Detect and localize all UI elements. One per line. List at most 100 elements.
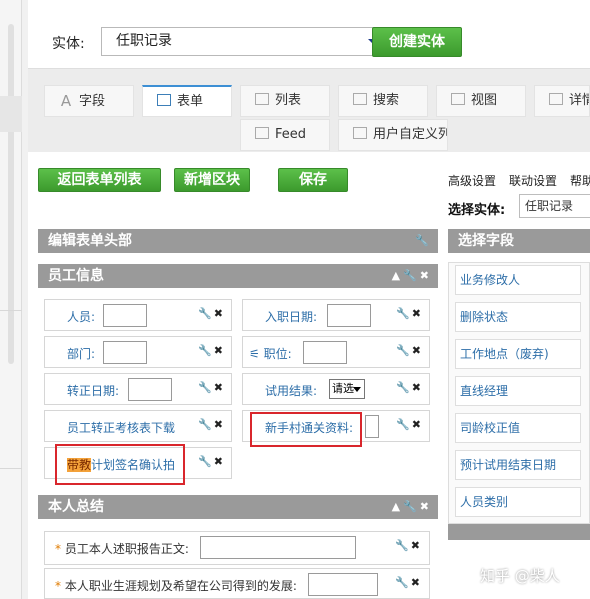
section-employee-info[interactable]: 员工信息 ▲🔧✖: [38, 264, 438, 288]
field-position[interactable]: ⚟ 职位: 🔧✖: [242, 336, 430, 368]
tab-bar: A 字段 表单 列表 搜索 视图 详情 Feed 用户自定义列: [28, 68, 590, 152]
main-panel: 实体: 任职记录 创建实体 A 字段 表单 列表 搜索 视图 详情 Feed 用户…: [28, 0, 590, 599]
highlight-box: [250, 412, 362, 447]
search-icon: [353, 93, 367, 105]
field-trial-result[interactable]: 试用结果: 请选 🔧✖: [242, 373, 430, 405]
available-field[interactable]: 删除状态: [455, 302, 581, 332]
newbie-material-input[interactable]: [365, 415, 379, 438]
linkage-settings-link[interactable]: 联动设置: [509, 174, 557, 188]
field-regular-date[interactable]: 转正日期: 🔧✖: [44, 373, 232, 405]
tab-detail[interactable]: 详情: [534, 85, 590, 117]
sidebar-band: [0, 96, 22, 132]
field-label: 人员:: [67, 310, 96, 324]
list-icon: [255, 93, 269, 105]
choose-entity-row: 选择实体: 任职记录: [448, 194, 590, 220]
section-title: 员工信息: [48, 268, 104, 284]
trial-result-value: 请选: [332, 382, 354, 395]
career-plan-input[interactable]: [308, 573, 378, 596]
top-links: 高级设置 联动设置 帮助: [448, 172, 590, 189]
trial-result-select[interactable]: 请选: [329, 379, 365, 399]
wrench-icon[interactable]: 🔧: [415, 229, 432, 253]
tab-list[interactable]: 列表: [240, 85, 330, 117]
field-tools[interactable]: 🔧✖: [396, 418, 423, 431]
section-tools[interactable]: ▲🔧✖: [392, 495, 432, 519]
tab-label: 字段: [79, 94, 106, 109]
choose-entity-input[interactable]: 任职记录: [519, 194, 590, 218]
field-tools[interactable]: 🔧✖: [198, 381, 225, 394]
text-icon: A: [60, 92, 72, 110]
available-field[interactable]: 预计试用结束日期: [455, 450, 581, 480]
tab-form[interactable]: 表单: [142, 85, 232, 117]
field-tools[interactable]: 🔧✖: [396, 381, 423, 394]
feed-icon: [255, 127, 269, 139]
tab-view[interactable]: 视图: [436, 85, 526, 117]
save-button[interactable]: 保存: [278, 168, 348, 192]
custom-column-icon: [353, 127, 367, 139]
tab-label: 用户自定义列: [373, 127, 448, 142]
tab-custom-columns[interactable]: 用户自定义列: [338, 119, 448, 151]
tab-label: 表单: [177, 94, 204, 109]
back-to-form-list-button[interactable]: 返回表单列表: [38, 168, 161, 192]
available-field[interactable]: 司龄校正值: [455, 413, 581, 443]
sidebar-divider: [0, 310, 22, 311]
download-link[interactable]: 员工转正考核表下载: [67, 419, 175, 436]
available-field[interactable]: 业务修改人: [455, 265, 581, 295]
entity-label: 实体:: [52, 36, 85, 52]
field-tools[interactable]: 🔧✖: [395, 576, 422, 589]
section-tools[interactable]: ▲🔧✖: [392, 264, 432, 288]
create-entity-button[interactable]: 创建实体: [372, 27, 462, 57]
hire-date-input[interactable]: [327, 304, 371, 327]
section-self-summary[interactable]: 本人总结 ▲🔧✖: [38, 495, 438, 519]
department-input[interactable]: [103, 341, 147, 364]
field-career-plan[interactable]: * 本人职业生涯规划及希望在公司得到的发展: 🔧✖: [44, 568, 430, 599]
tab-search[interactable]: 搜索: [338, 85, 428, 117]
person-input[interactable]: [103, 304, 147, 327]
position-icon: ⚟: [249, 347, 264, 361]
section-title: 本人总结: [48, 499, 104, 515]
section-form-header[interactable]: 编辑表单头部 🔧: [38, 229, 438, 253]
field-tools[interactable]: 🔧✖: [198, 344, 225, 357]
tab-label: 详情: [569, 93, 589, 108]
form-icon: [157, 94, 171, 106]
section-title: 编辑表单头部: [48, 233, 132, 249]
tab-label: 搜索: [373, 93, 400, 108]
field-hire-date[interactable]: 入职日期: 🔧✖: [242, 299, 430, 331]
add-block-button[interactable]: 新增区块: [174, 168, 250, 192]
available-field[interactable]: 工作地点（废弃): [455, 339, 581, 369]
report-input[interactable]: [200, 536, 356, 559]
regular-date-input[interactable]: [128, 378, 172, 401]
field-tools[interactable]: 🔧✖: [395, 539, 422, 552]
field-label: ⚟ 职位:: [249, 345, 292, 362]
field-person[interactable]: 人员: 🔧✖: [44, 299, 232, 331]
position-label: 职位:: [263, 347, 292, 361]
position-input[interactable]: [303, 341, 347, 364]
required-marker: *: [55, 542, 61, 556]
field-tools[interactable]: 🔧✖: [198, 307, 225, 320]
field-department[interactable]: 部门: 🔧✖: [44, 336, 232, 368]
available-fields-list: 业务修改人 删除状态 工作地点（废弃) 直线经理 司龄校正值 预计试用结束日期 …: [448, 262, 590, 524]
tab-feed[interactable]: Feed: [240, 119, 330, 151]
help-link[interactable]: 帮助: [570, 174, 590, 188]
field-tools[interactable]: 🔧✖: [396, 344, 423, 357]
tab-label: 视图: [471, 93, 498, 108]
highlight-box: [55, 444, 185, 485]
section-choose-fields: 选择字段: [448, 229, 590, 253]
field-report[interactable]: * 员工本人述职报告正文: 🔧✖: [44, 531, 430, 565]
field-label: 入职日期:: [265, 310, 318, 324]
chevron-down-icon: [353, 387, 361, 392]
entity-select[interactable]: 任职记录: [101, 27, 391, 56]
tab-label: 列表: [275, 93, 302, 108]
field-tools[interactable]: 🔧✖: [396, 307, 423, 320]
field-tools[interactable]: 🔧✖: [198, 455, 225, 468]
advanced-settings-link[interactable]: 高级设置: [448, 174, 496, 188]
available-field[interactable]: 直线经理: [455, 376, 581, 406]
report-label: 员工本人述职报告正文:: [64, 542, 189, 556]
field-tools[interactable]: 🔧✖: [198, 418, 225, 431]
available-field[interactable]: 人员类别: [455, 487, 581, 517]
field-download[interactable]: 员工转正考核表下载 🔧✖: [44, 410, 232, 442]
field-label: 部门:: [67, 347, 96, 361]
tab-fields[interactable]: A 字段: [44, 85, 134, 117]
available-fields-footer: [448, 524, 590, 540]
entity-bar: 实体: 任职记录 创建实体: [28, 0, 590, 68]
sidebar-scrollbar[interactable]: [8, 24, 14, 364]
